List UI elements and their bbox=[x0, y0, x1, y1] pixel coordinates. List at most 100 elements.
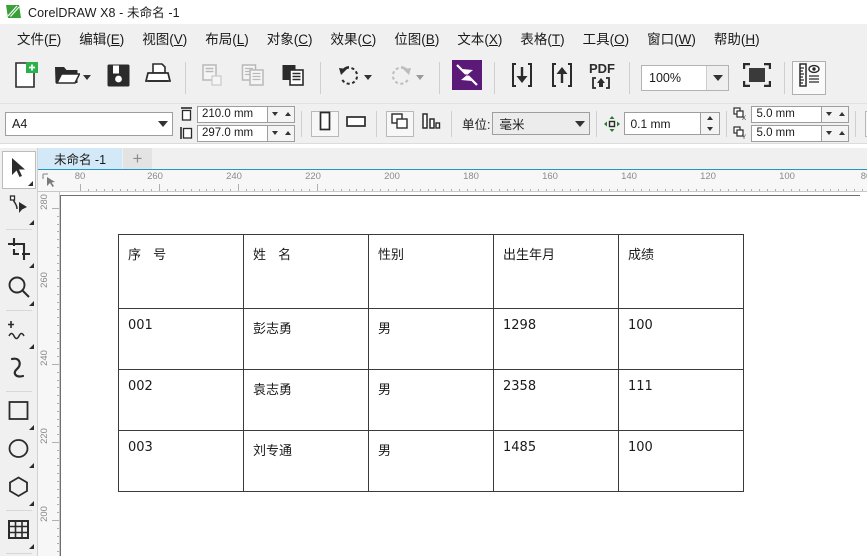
shape-tool[interactable] bbox=[2, 189, 36, 227]
zoom-level-combo[interactable]: 100% bbox=[641, 64, 729, 91]
menu-bitmaps[interactable]: 位图(B) bbox=[385, 24, 448, 52]
menu-table[interactable]: 表格(T) bbox=[511, 24, 573, 52]
table-row[interactable]: 003 刘专通 男 1485 100 bbox=[118, 430, 744, 492]
export-button[interactable] bbox=[542, 56, 582, 100]
open-dropdown-caret-icon[interactable] bbox=[82, 75, 91, 80]
menu-effects[interactable]: 效果(C) bbox=[322, 24, 386, 52]
table-header-cell-4[interactable]: 成绩 bbox=[618, 234, 744, 309]
undo-button[interactable] bbox=[328, 56, 380, 100]
table-row[interactable]: 002 袁志勇 男 2358 111 bbox=[118, 369, 744, 431]
rectangle-tool[interactable] bbox=[2, 394, 36, 432]
new-document-button[interactable] bbox=[6, 56, 46, 100]
table-cell-r0c0[interactable]: 001 bbox=[118, 308, 244, 370]
table-cell-r1c1[interactable]: 袁志勇 bbox=[243, 369, 369, 431]
unit-value[interactable]: 毫米 bbox=[493, 114, 570, 133]
table-tool[interactable] bbox=[2, 513, 36, 551]
freehand-tool-flyout-icon[interactable] bbox=[28, 344, 34, 349]
document-table[interactable]: 序 号 姓 名 性别 出生年月 成绩 001 彭志勇 男 1298 100 00… bbox=[118, 234, 744, 492]
table-cell-r1c3[interactable]: 2358 bbox=[493, 369, 619, 431]
duplicate-x-spinner[interactable] bbox=[821, 105, 850, 123]
menu-view[interactable]: 视图(V) bbox=[133, 24, 196, 52]
page-height-spinner[interactable] bbox=[267, 124, 295, 142]
polygon-tool[interactable] bbox=[2, 470, 36, 508]
table-cell-r0c2[interactable]: 男 bbox=[368, 308, 494, 370]
table-header-cell-1[interactable]: 姓 名 bbox=[243, 234, 369, 309]
menu-edit[interactable]: 编辑(E) bbox=[70, 24, 133, 52]
menu-layout[interactable]: 布局(L) bbox=[196, 24, 258, 52]
menu-tools[interactable]: 工具(O) bbox=[574, 24, 639, 52]
zoom-dropdown-caret-icon[interactable] bbox=[706, 65, 728, 90]
page-width-spinner[interactable] bbox=[267, 105, 295, 123]
nudge-offset-value[interactable]: 0.1 mm bbox=[624, 112, 701, 135]
artistic-media-tool[interactable] bbox=[2, 351, 36, 389]
pick-tool[interactable] bbox=[1, 151, 36, 189]
table-cell-r2c1[interactable]: 刘专通 bbox=[243, 430, 369, 492]
table-cell-r2c0[interactable]: 003 bbox=[118, 430, 244, 492]
zoom-tool-flyout-icon[interactable] bbox=[28, 301, 34, 306]
unit-combo[interactable]: 毫米 bbox=[492, 112, 591, 135]
paper-size-dropdown-caret-icon[interactable] bbox=[153, 113, 172, 135]
duplicate-y-spinner[interactable] bbox=[821, 124, 850, 142]
menu-text[interactable]: 文本(X) bbox=[448, 24, 511, 52]
document-tab-active[interactable]: 未命名 -1 bbox=[38, 148, 122, 169]
rectangle-tool-flyout-icon[interactable] bbox=[28, 425, 34, 430]
table-row[interactable]: 001 彭志勇 男 1298 100 bbox=[118, 308, 744, 370]
open-document-button[interactable] bbox=[46, 56, 98, 100]
table-header-row[interactable]: 序 号 姓 名 性别 出生年月 成绩 bbox=[118, 234, 744, 309]
table-cell-r2c4[interactable]: 100 bbox=[618, 430, 744, 492]
export-pdf-button[interactable]: PDF bbox=[582, 56, 622, 100]
freehand-tool[interactable] bbox=[2, 313, 36, 351]
corel-connect-button[interactable] bbox=[447, 56, 487, 100]
table-cell-r1c2[interactable]: 男 bbox=[368, 369, 494, 431]
undo-dropdown-caret-icon[interactable] bbox=[363, 75, 372, 80]
table-header-cell-3[interactable]: 出生年月 bbox=[493, 234, 619, 309]
landscape-orientation-button[interactable] bbox=[342, 111, 370, 137]
table-cell-r1c0[interactable]: 002 bbox=[118, 369, 244, 431]
fullscreen-preview-button[interactable] bbox=[737, 56, 777, 100]
duplicate-x-value[interactable]: 5.0 mm bbox=[751, 105, 822, 123]
table-cell-r2c3[interactable]: 1485 bbox=[493, 430, 619, 492]
table-cell-r0c4[interactable]: 100 bbox=[618, 308, 744, 370]
save-document-button[interactable] bbox=[98, 56, 138, 100]
document-page[interactable]: 序 号 姓 名 性别 出生年月 成绩 001 彭志勇 男 1298 100 00… bbox=[60, 195, 860, 556]
options-button[interactable] bbox=[792, 60, 826, 95]
shape-tool-flyout-icon[interactable] bbox=[28, 220, 34, 225]
page-height-value[interactable]: 297.0 mm bbox=[197, 124, 267, 142]
horizontal-ruler[interactable]: 80 260 240 220 200 180 160 140 120 100 8… bbox=[38, 170, 867, 192]
table-header-cell-0[interactable]: 序 号 bbox=[118, 234, 244, 309]
menu-object[interactable]: 对象(C) bbox=[258, 24, 322, 52]
crop-tool-flyout-icon[interactable] bbox=[28, 263, 34, 268]
print-button[interactable] bbox=[138, 56, 178, 100]
table-cell-r2c2[interactable]: 男 bbox=[368, 430, 494, 492]
paper-size-value[interactable]: A4 bbox=[6, 117, 153, 131]
drawing-canvas[interactable]: 序 号 姓 名 性别 出生年月 成绩 001 彭志勇 男 1298 100 00… bbox=[60, 192, 867, 556]
import-button[interactable] bbox=[502, 56, 542, 100]
menu-help[interactable]: 帮助(H) bbox=[705, 24, 769, 52]
ruler-origin-icon[interactable] bbox=[42, 173, 58, 189]
table-cell-r0c1[interactable]: 彭志勇 bbox=[243, 308, 369, 370]
nudge-offset-spinner[interactable] bbox=[700, 112, 721, 135]
unit-dropdown-caret-icon[interactable] bbox=[570, 113, 589, 135]
ellipse-tool[interactable] bbox=[2, 432, 36, 470]
page-width-value[interactable]: 210.0 mm bbox=[197, 105, 267, 123]
paste-button[interactable] bbox=[273, 56, 313, 100]
apply-to-current-page-button[interactable] bbox=[417, 111, 445, 137]
apply-to-all-pages-button[interactable] bbox=[386, 110, 414, 137]
table-tool-flyout-icon[interactable] bbox=[28, 544, 34, 549]
table-cell-r0c3[interactable]: 1298 bbox=[493, 308, 619, 370]
new-tab-button[interactable]: + bbox=[122, 148, 152, 169]
ellipse-tool-flyout-icon[interactable] bbox=[28, 463, 34, 468]
portrait-orientation-button[interactable] bbox=[311, 110, 339, 137]
zoom-level-value[interactable]: 100% bbox=[642, 71, 706, 85]
crop-tool[interactable] bbox=[2, 232, 36, 270]
duplicate-y-value[interactable]: 5.0 mm bbox=[751, 124, 822, 142]
polygon-tool-flyout-icon[interactable] bbox=[28, 501, 34, 506]
vertical-ruler[interactable]: 280 260 240 220 200 bbox=[38, 192, 60, 556]
table-cell-r1c4[interactable]: 111 bbox=[618, 369, 744, 431]
pick-tool-flyout-icon[interactable] bbox=[27, 181, 33, 186]
zoom-tool[interactable] bbox=[2, 270, 36, 308]
menu-file[interactable]: 文件(F) bbox=[8, 24, 70, 52]
table-header-cell-2[interactable]: 性别 bbox=[368, 234, 494, 309]
menu-window[interactable]: 窗口(W) bbox=[638, 24, 705, 52]
paper-size-combo[interactable]: A4 bbox=[5, 111, 173, 136]
